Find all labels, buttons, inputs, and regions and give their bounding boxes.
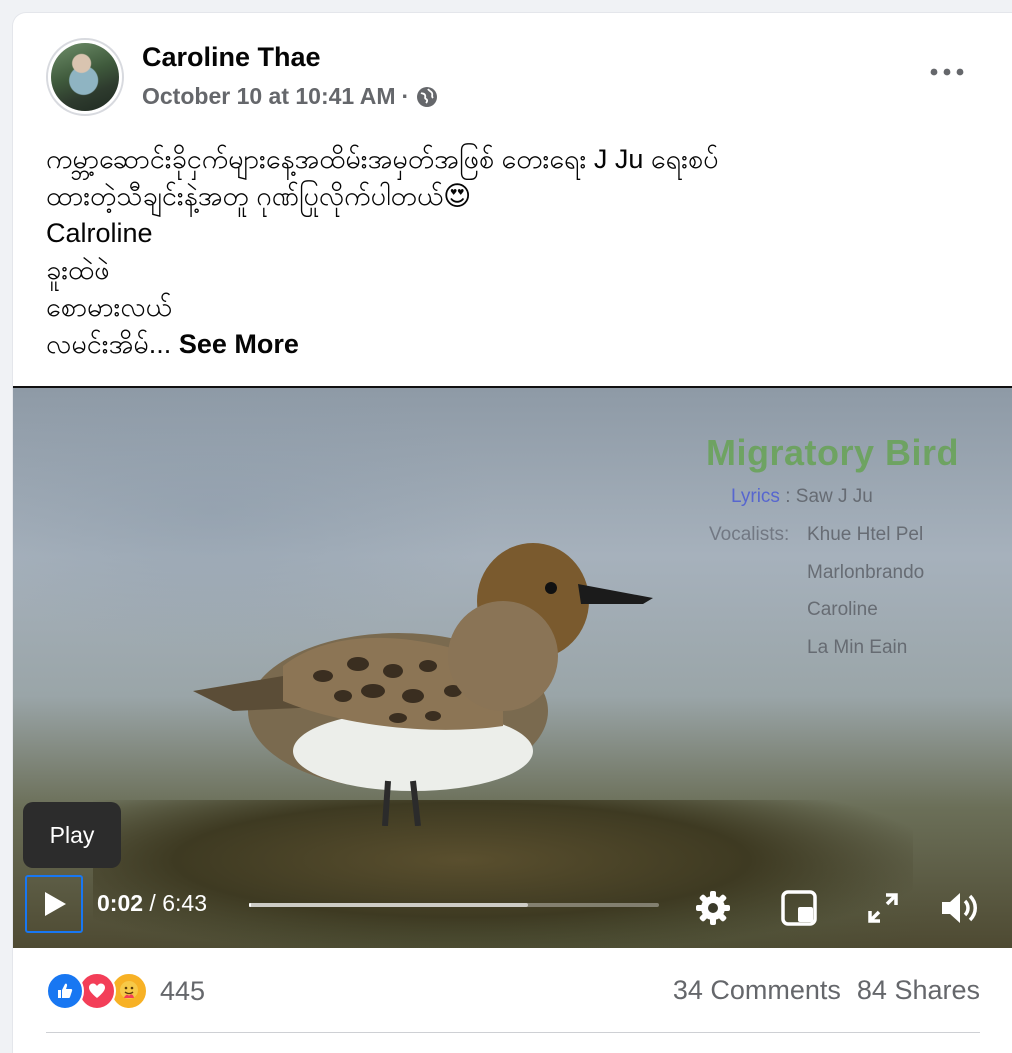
- buffered-bar: [249, 903, 528, 907]
- picture-in-picture-button[interactable]: [779, 888, 819, 928]
- time-separator: /: [143, 890, 163, 916]
- avatar[interactable]: [46, 38, 124, 116]
- lyrics-value: Saw J Ju: [795, 486, 873, 507]
- shares-count[interactable]: 84 Shares: [857, 975, 980, 1006]
- post-header: Caroline Thae October 10 at 10:41 AM ·: [13, 13, 1012, 133]
- vocalist-name: Khue Htel Pel: [807, 524, 924, 545]
- post-text-line: Calroline: [46, 218, 153, 248]
- more-options-button[interactable]: [927, 59, 967, 85]
- like-icon: [46, 972, 84, 1010]
- volume-button[interactable]: [939, 888, 979, 928]
- video-vocalists-credit: Vocalists:: [709, 524, 789, 546]
- progress-bar[interactable]: [249, 903, 659, 907]
- divider: [46, 1032, 980, 1033]
- settings-button[interactable]: [693, 888, 733, 928]
- post-text-line: ကမ္ဘာ့ဆောင်းခိုငှက်များနေ့အထိမ်းအမှတ်အဖြ…: [46, 144, 719, 174]
- post-card: Caroline Thae October 10 at 10:41 AM · က…: [12, 12, 1012, 1053]
- current-time: 0:02: [97, 890, 144, 916]
- video-lyrics-credit: Lyrics : Saw J Ju: [731, 486, 873, 508]
- lyrics-label: Lyrics: [731, 486, 780, 507]
- volume-icon: [942, 893, 977, 923]
- meta-separator: ·: [401, 83, 410, 109]
- picture-in-picture-icon: [781, 890, 817, 926]
- post-timestamp[interactable]: October 10 at 10:41 AM: [142, 83, 396, 110]
- post-meta: October 10 at 10:41 AM ·: [142, 83, 439, 110]
- post-text-line: ထားတဲ့သီချင်းနဲ့အတူ ဂုဏ်ပြုလိုက်ပါတယ်😍: [46, 181, 472, 211]
- author-name[interactable]: Caroline Thae: [142, 42, 321, 73]
- post-text: ကမ္ဘာ့ဆောင်းခိုငှက်များနေ့အထိမ်းအမှတ်အဖြ…: [46, 141, 976, 363]
- gear-icon: [696, 891, 730, 925]
- play-icon: [45, 892, 66, 916]
- played-bar: [249, 903, 251, 907]
- vocalists-label: Vocalists:: [709, 524, 790, 545]
- post-text-truncated: လမင်းအိမ်...: [46, 329, 172, 359]
- more-horizontal-icon: [930, 68, 964, 76]
- avatar-photo: [51, 43, 119, 111]
- post-text-line: ခူးထဲဖဲ: [46, 255, 110, 285]
- post-text-last-line: လမင်းအိမ်... See More: [46, 326, 976, 363]
- comments-count[interactable]: 34 Comments: [673, 975, 841, 1006]
- video-time: 0:02 / 6:43: [97, 890, 207, 917]
- reactions-summary[interactable]: 445: [46, 972, 205, 1010]
- lyrics-separator: :: [779, 486, 796, 507]
- video-player[interactable]: Migratory Bird Lyrics : Saw J Ju Vocalis…: [13, 386, 1012, 948]
- play-tooltip: Play: [23, 802, 121, 868]
- bird-image: [193, 543, 653, 826]
- play-button[interactable]: [25, 875, 83, 933]
- video-duration: 6:43: [162, 890, 207, 916]
- post-stats: 34 Comments 84 Shares: [673, 975, 980, 1006]
- vocalist-name: La Min Eain: [807, 637, 908, 658]
- see-more-link[interactable]: See More: [179, 329, 299, 359]
- vocalist-name: Caroline: [807, 599, 878, 620]
- reaction-count[interactable]: 445: [160, 976, 205, 1007]
- globe-icon[interactable]: [415, 85, 439, 109]
- fullscreen-button[interactable]: [863, 888, 903, 928]
- post-text-line: စောမားလယ်: [46, 292, 172, 322]
- vocalist-name: Marlonbrando: [807, 562, 925, 583]
- video-controls: 0:02 / 6:43: [13, 868, 1012, 948]
- fullscreen-icon: [868, 893, 898, 923]
- video-title-overlay: Migratory Bird: [706, 432, 960, 473]
- post-footer: 445 34 Comments 84 Shares: [13, 948, 1012, 1038]
